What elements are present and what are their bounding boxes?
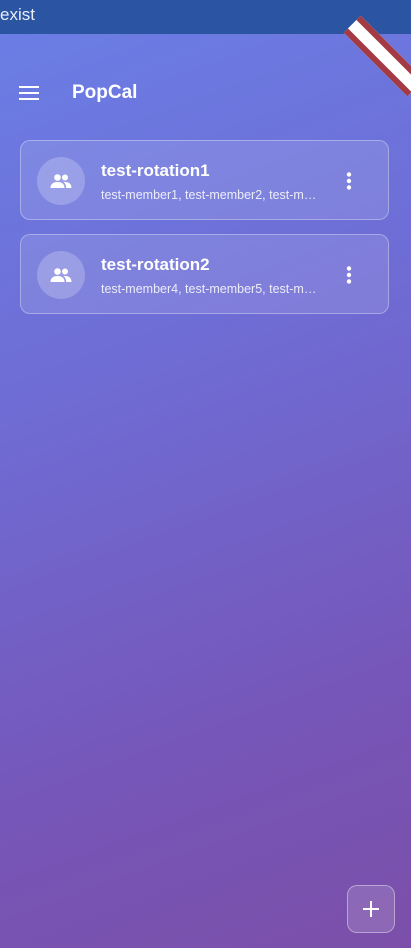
more-vert-icon bbox=[346, 266, 352, 284]
avatar bbox=[37, 251, 85, 299]
more-options-button[interactable] bbox=[334, 165, 364, 197]
rotation-card[interactable]: test-rotation1 test-member1, test-member… bbox=[20, 140, 389, 220]
app-title: PopCal bbox=[72, 82, 138, 103]
add-icon bbox=[363, 901, 379, 917]
status-bar-text: exist bbox=[0, 5, 35, 24]
avatar bbox=[37, 157, 85, 205]
group-icon bbox=[50, 268, 72, 282]
more-options-button[interactable] bbox=[334, 259, 364, 291]
app-bar: PopCal bbox=[0, 62, 411, 124]
menu-button[interactable] bbox=[14, 78, 44, 108]
add-rotation-button[interactable] bbox=[347, 885, 395, 933]
group-icon bbox=[50, 174, 72, 188]
more-vert-icon bbox=[346, 172, 352, 190]
menu-icon bbox=[19, 86, 39, 100]
rotation-name: test-rotation2 bbox=[101, 255, 210, 274]
rotation-members: test-member4, test-member5, test-member6 bbox=[101, 282, 323, 296]
rotation-name: test-rotation1 bbox=[101, 161, 210, 180]
rotation-card[interactable]: test-rotation2 test-member4, test-member… bbox=[20, 234, 389, 314]
rotation-members: test-member1, test-member2, test-member3 bbox=[101, 188, 323, 202]
